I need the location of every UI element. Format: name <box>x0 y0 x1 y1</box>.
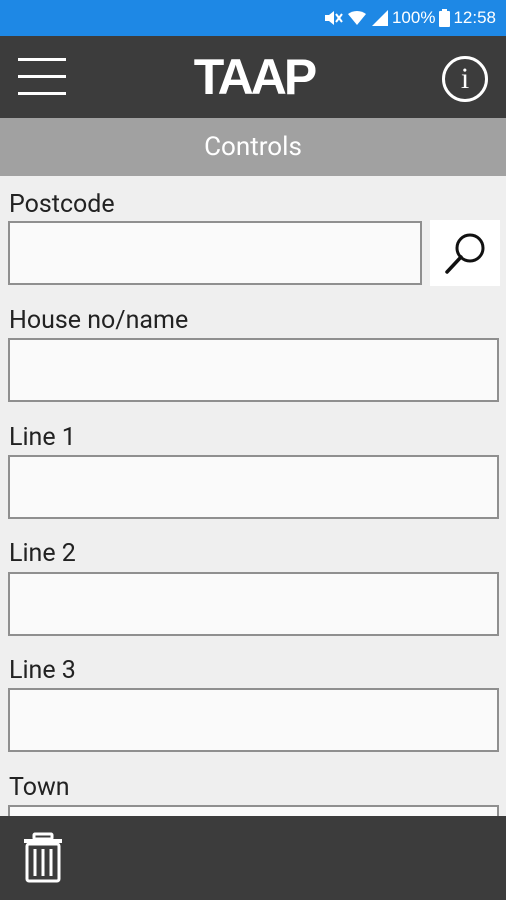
postcode-label: Postcode <box>9 190 115 219</box>
bottom-toolbar <box>0 816 506 900</box>
house-field[interactable] <box>8 338 499 402</box>
trash-icon <box>24 832 62 883</box>
battery-icon <box>439 9 451 27</box>
clock: 12:58 <box>453 8 496 27</box>
line3-label: Line 3 <box>9 656 76 685</box>
town-field[interactable] <box>8 805 499 816</box>
battery-percent: 100% <box>391 8 436 27</box>
menu-button[interactable] <box>18 56 68 98</box>
line2-field[interactable] <box>8 572 499 636</box>
postcode-field[interactable] <box>8 221 422 285</box>
address-form: Postcode House no/name Line 1 Line 2 Lin… <box>0 176 506 816</box>
line3-field[interactable] <box>8 688 499 752</box>
line1-label: Line 1 <box>9 423 76 452</box>
status-bar: 100% 12:58 <box>0 0 506 36</box>
app-title: TAAP <box>193 49 317 105</box>
search-button[interactable] <box>430 220 500 286</box>
delete-button[interactable] <box>20 832 66 884</box>
wifi-icon <box>347 9 367 27</box>
line1-field[interactable] <box>8 455 499 519</box>
app-bar: TAAP i <box>0 36 506 118</box>
line2-label: Line 2 <box>9 539 76 568</box>
page-title: Controls <box>0 118 506 176</box>
signal-icon <box>371 9 389 27</box>
house-label: House no/name <box>9 306 189 335</box>
mute-icon <box>323 9 343 27</box>
town-label: Town <box>9 773 70 802</box>
search-icon <box>445 233 485 274</box>
info-icon[interactable]: i <box>442 56 488 102</box>
